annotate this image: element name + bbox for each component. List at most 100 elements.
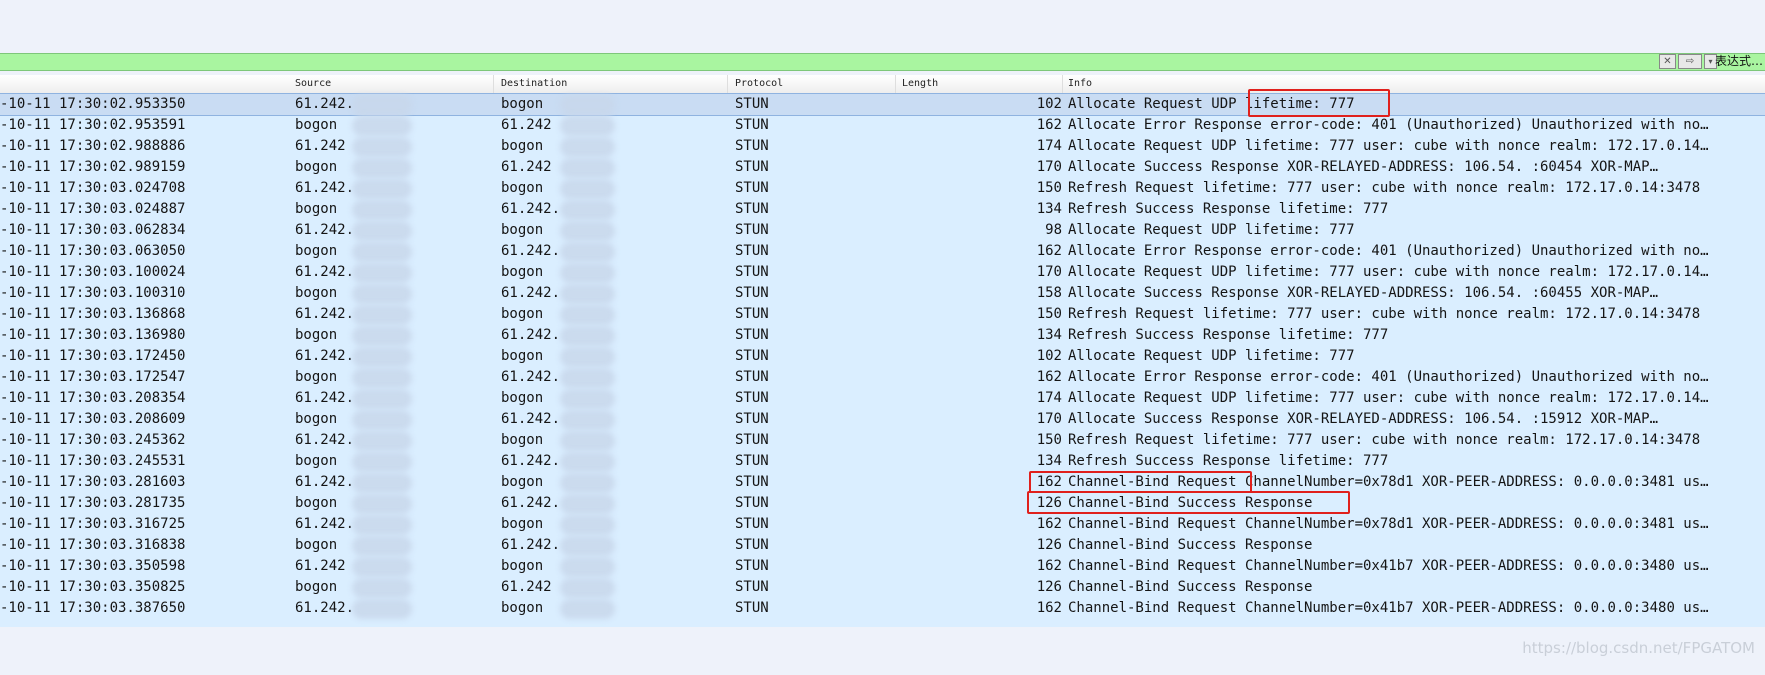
packet-time: -10-11 17:30:03.350825 bbox=[0, 579, 186, 595]
table-row[interactable]: -10-11 17:30:03.172547 bogon 61.242. STUN 16… bbox=[0, 367, 1765, 388]
table-row[interactable]: -10-11 17:30:03.062834 61.242. bogon STUN 98… bbox=[0, 220, 1765, 241]
packet-time: -10-11 17:30:03.208354 bbox=[0, 390, 186, 406]
table-row[interactable]: -10-11 17:30:03.024708 61.242. bogon STUN 15… bbox=[0, 178, 1765, 199]
packet-source: bogon bbox=[295, 159, 338, 175]
packet-protocol: STUN bbox=[735, 180, 769, 196]
packet-time: -10-11 17:30:03.062834 bbox=[0, 222, 186, 238]
table-row[interactable]: -10-11 17:30:03.350825 bogon 61.242 STUN 126… bbox=[0, 577, 1765, 598]
packet-source: bogon bbox=[295, 243, 338, 259]
packet-info: Allocate Success Response XOR-RELAYED-AD… bbox=[1068, 159, 1659, 175]
table-row[interactable]: -10-11 17:30:02.989159 bogon 61.242 STUN 170… bbox=[0, 157, 1765, 178]
table-row[interactable]: -10-11 17:30:03.100024 61.242. bogon STUN 17… bbox=[0, 262, 1765, 283]
table-row[interactable]: -10-11 17:30:02.953350 61.242. bogon STUN 10… bbox=[0, 93, 1765, 116]
table-row[interactable]: -10-11 17:30:03.245531 bogon 61.242. STUN 13… bbox=[0, 451, 1765, 472]
column-header-destination[interactable]: Destination bbox=[501, 78, 567, 89]
redaction-blur bbox=[560, 389, 615, 409]
table-row[interactable]: -10-11 17:30:03.350598 61.242 bogon STUN 162… bbox=[0, 556, 1765, 577]
packet-source: bogon bbox=[295, 285, 338, 301]
table-row[interactable]: -10-11 17:30:03.387650 61.242. bogon STUN 16… bbox=[0, 598, 1765, 619]
packet-info: Allocate Success Response XOR-RELAYED-AD… bbox=[1068, 411, 1659, 427]
table-row[interactable]: -10-11 17:30:03.316725 61.242. bogon STUN 16… bbox=[0, 514, 1765, 535]
redaction-blur bbox=[352, 158, 412, 178]
packet-protocol: STUN bbox=[735, 537, 769, 553]
table-row[interactable]: -10-11 17:30:03.100310 bogon 61.242. STUN 15… bbox=[0, 283, 1765, 304]
packet-time: -10-11 17:30:02.989159 bbox=[0, 159, 186, 175]
packet-source: bogon bbox=[295, 495, 338, 511]
column-header-protocol[interactable]: Protocol bbox=[735, 78, 783, 89]
packet-destination: 61.242. bbox=[501, 453, 561, 469]
packet-destination: bogon bbox=[501, 474, 544, 490]
redaction-blur bbox=[560, 221, 615, 241]
column-header-length[interactable]: Length bbox=[902, 78, 938, 89]
table-row[interactable]: -10-11 17:30:03.024887 bogon 61.242. STUN 13… bbox=[0, 199, 1765, 220]
packet-length: 134 bbox=[1036, 453, 1062, 469]
packet-time: -10-11 17:30:03.136868 bbox=[0, 306, 186, 322]
packet-protocol: STUN bbox=[735, 138, 769, 154]
table-row[interactable]: -10-11 17:30:03.208354 61.242. bogon STUN 17… bbox=[0, 388, 1765, 409]
filter-controls: ✕ ⇨ ▾ bbox=[1659, 54, 1717, 69]
close-icon[interactable]: ✕ bbox=[1659, 54, 1676, 69]
redaction-blur bbox=[560, 284, 615, 304]
packet-list[interactable]: Source Destination Protocol Length Info … bbox=[0, 75, 1765, 627]
column-header-source[interactable]: Source bbox=[295, 78, 331, 89]
redaction-blur bbox=[352, 536, 412, 556]
table-row[interactable]: -10-11 17:30:03.172450 61.242. bogon STUN 10… bbox=[0, 346, 1765, 367]
packet-source: 61.242. bbox=[295, 222, 355, 238]
redaction-blur bbox=[560, 305, 615, 325]
packet-length: 134 bbox=[1036, 327, 1062, 343]
redaction-blur bbox=[560, 431, 615, 451]
packet-info: Refresh Success Response lifetime: 777 bbox=[1068, 453, 1389, 469]
packet-protocol: STUN bbox=[735, 411, 769, 427]
packet-length: 150 bbox=[1036, 432, 1062, 448]
column-header-info[interactable]: Info bbox=[1068, 78, 1092, 89]
redaction-blur bbox=[352, 599, 412, 619]
packet-destination: 61.242. bbox=[501, 495, 561, 511]
expression-button[interactable]: 表达式… bbox=[1715, 54, 1763, 69]
redaction-blur bbox=[352, 389, 412, 409]
redaction-blur bbox=[352, 221, 412, 241]
packet-time: -10-11 17:30:03.208609 bbox=[0, 411, 186, 427]
table-row[interactable]: -10-11 17:30:03.245362 61.242. bogon STUN 15… bbox=[0, 430, 1765, 451]
table-row[interactable]: -10-11 17:30:03.281603 61.242. bogon STUN 16… bbox=[0, 472, 1765, 493]
packet-length: 162 bbox=[1036, 243, 1062, 259]
packet-time: -10-11 17:30:03.136980 bbox=[0, 327, 186, 343]
redaction-blur bbox=[560, 95, 615, 115]
redaction-blur bbox=[560, 578, 615, 598]
table-row[interactable]: -10-11 17:30:02.988886 61.242 bogon STUN 174… bbox=[0, 136, 1765, 157]
packet-info: Refresh Request lifetime: 777 user: cube… bbox=[1068, 432, 1701, 448]
highlight-box bbox=[1248, 89, 1390, 117]
packet-destination: 61.242. bbox=[501, 327, 561, 343]
redaction-blur bbox=[352, 578, 412, 598]
table-row[interactable]: -10-11 17:30:03.281735 bogon 61.242. STUN 12… bbox=[0, 493, 1765, 514]
packet-time: -10-11 17:30:02.988886 bbox=[0, 138, 186, 154]
packet-protocol: STUN bbox=[735, 96, 769, 112]
packet-info: Allocate Request UDP lifetime: 777 user:… bbox=[1068, 138, 1709, 154]
packet-time: -10-11 17:30:03.281603 bbox=[0, 474, 186, 490]
display-filter-bar[interactable] bbox=[0, 53, 1765, 71]
packet-info: Channel-Bind Request ChannelNumber=0x41b… bbox=[1068, 558, 1709, 574]
packet-destination: 61.242 bbox=[501, 579, 552, 595]
packet-length: 174 bbox=[1036, 138, 1062, 154]
packet-protocol: STUN bbox=[735, 579, 769, 595]
packet-protocol: STUN bbox=[735, 327, 769, 343]
arrow-right-icon[interactable]: ⇨ bbox=[1678, 54, 1702, 69]
packet-protocol: STUN bbox=[735, 348, 769, 364]
table-row[interactable]: -10-11 17:30:03.136980 bogon 61.242. STUN 13… bbox=[0, 325, 1765, 346]
table-row[interactable]: -10-11 17:30:03.208609 bogon 61.242. STUN 17… bbox=[0, 409, 1765, 430]
packet-info: Channel-Bind Success Response bbox=[1068, 579, 1313, 595]
table-row[interactable]: -10-11 17:30:03.316838 bogon 61.242. STUN 12… bbox=[0, 535, 1765, 556]
packet-info: Allocate Request UDP lifetime: 777 bbox=[1068, 348, 1355, 364]
packet-length: 162 bbox=[1036, 117, 1062, 133]
packet-length: 126 bbox=[1036, 537, 1062, 553]
table-row[interactable]: -10-11 17:30:03.136868 61.242. bogon STUN 15… bbox=[0, 304, 1765, 325]
packet-length: 98 bbox=[1045, 222, 1062, 238]
table-row[interactable]: -10-11 17:30:03.063050 bogon 61.242. STUN 16… bbox=[0, 241, 1765, 262]
table-row[interactable]: -10-11 17:30:02.953591 bogon 61.242 STUN 162… bbox=[0, 115, 1765, 136]
redaction-blur bbox=[352, 200, 412, 220]
packet-destination: bogon bbox=[501, 600, 544, 616]
packet-source: bogon bbox=[295, 117, 338, 133]
packet-destination: 61.242 bbox=[501, 159, 552, 175]
packet-info: Allocate Error Response error-code: 401 … bbox=[1068, 243, 1709, 259]
packet-protocol: STUN bbox=[735, 516, 769, 532]
packet-destination: 61.242. bbox=[501, 285, 561, 301]
